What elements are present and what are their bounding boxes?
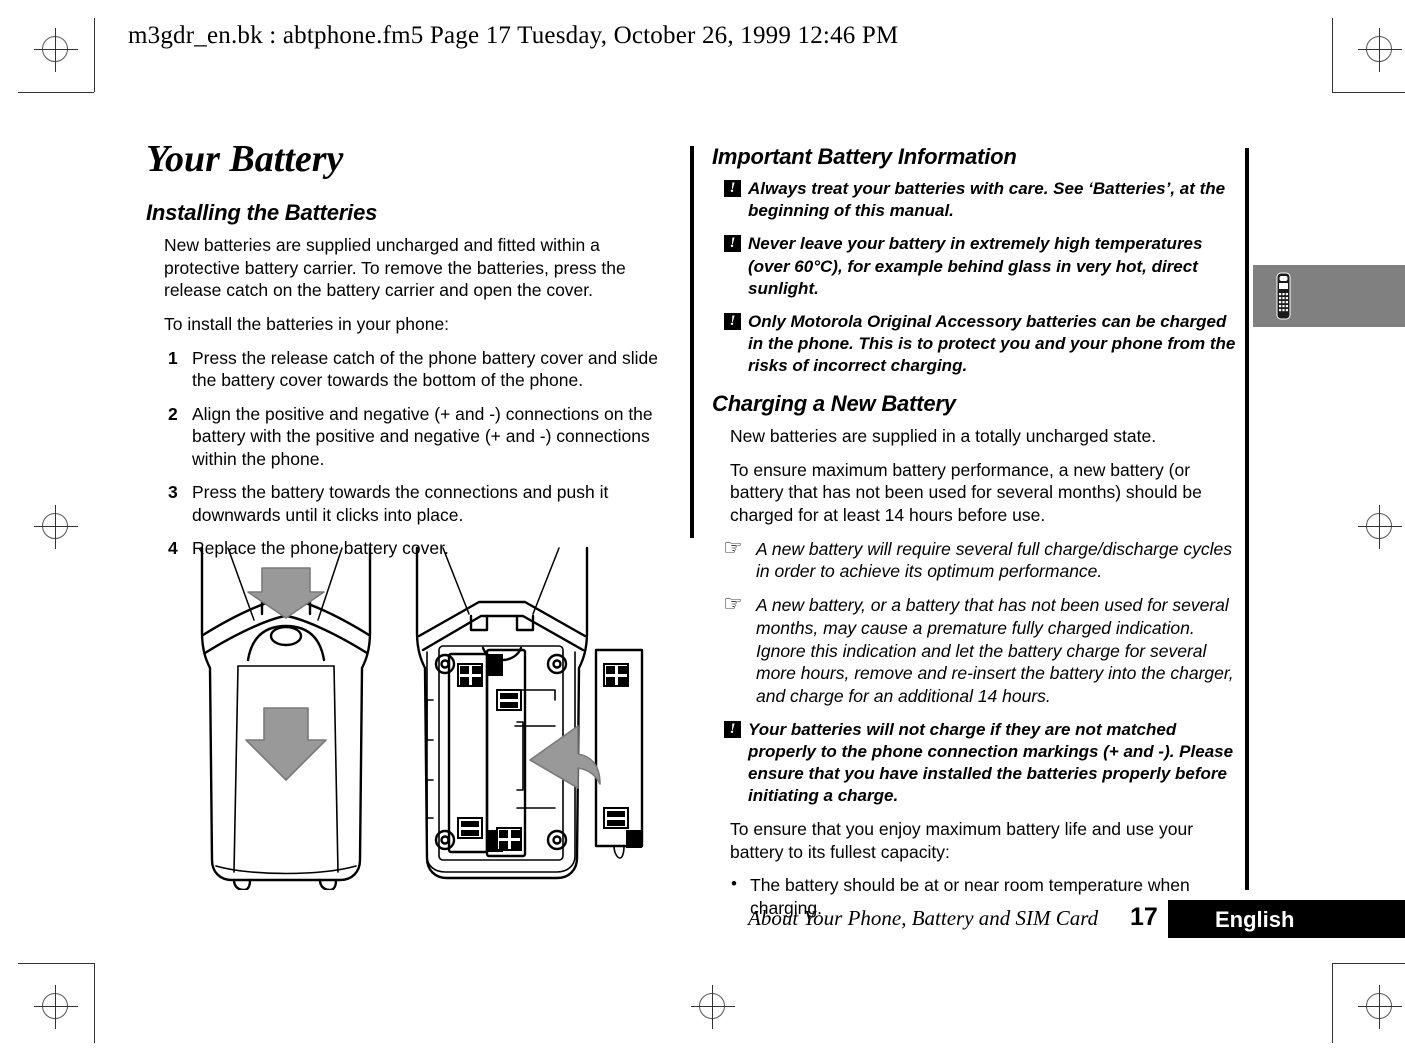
- step-item: 2 Align the positive and negative (+ and…: [146, 403, 676, 471]
- warning-text: Always treat your batteries with care. S…: [748, 179, 1226, 221]
- step-number: 2: [168, 403, 178, 424]
- lead-in-paragraph: To install the batteries in your phone:: [164, 313, 450, 334]
- charging-paragraph-3: To ensure that you enjoy maximum battery…: [730, 819, 1194, 862]
- chapter-title: Your Battery: [146, 138, 344, 180]
- step-text: Press the release catch of the phone bat…: [192, 347, 658, 391]
- step-item: 3 Press the battery towards the connecti…: [146, 481, 676, 526]
- note-text: A new battery, or a battery that has not…: [756, 595, 1234, 707]
- warning-item: ! Never leave your battery in extremely …: [712, 233, 1242, 299]
- warning-item: ! Only Motorola Original Accessory batte…: [712, 311, 1242, 377]
- column-divider-right: [1245, 148, 1249, 890]
- right-column: Important Battery Information ! Always t…: [712, 144, 1242, 930]
- step-number: 3: [168, 482, 178, 503]
- note-item: ☞ A new battery, or a battery that has n…: [712, 591, 1242, 708]
- page-content: Your Battery Installing the Batteries Ne…: [0, 0, 1405, 1062]
- warning-text: Your batteries will not charge if they a…: [748, 719, 1234, 806]
- warning-icon: !: [724, 235, 741, 253]
- charging-paragraph-1: New batteries are supplied in a totally …: [730, 426, 1157, 447]
- step-number: 1: [168, 347, 178, 368]
- section-heading-installing: Installing the Batteries: [146, 200, 378, 225]
- running-footer-title: About Your Phone, Battery and SIM Card: [748, 906, 1099, 930]
- note-item: ☞ A new battery will require several ful…: [712, 534, 1242, 584]
- column-divider-left: [690, 146, 694, 538]
- pointing-hand-icon: ☞: [723, 591, 743, 617]
- language-tab-label: English: [1215, 907, 1295, 932]
- section-heading-charging-a-new-battery: Charging a New Battery: [712, 391, 956, 417]
- bullet-marker: •: [731, 874, 737, 894]
- page-number: 17: [1130, 903, 1158, 931]
- warning-item-final: ! Your batteries will not charge if they…: [712, 719, 1242, 807]
- battery-installation-diagram: [190, 540, 670, 892]
- note-text: A new battery will require several full …: [756, 538, 1232, 582]
- warning-item: ! Always treat your batteries with care.…: [712, 178, 1242, 222]
- charging-paragraph-2: To ensure maximum battery performance, a…: [730, 459, 1202, 526]
- warning-text: Never leave your battery in extremely hi…: [748, 234, 1203, 298]
- language-tab: English: [1168, 900, 1405, 938]
- warning-icon: !: [724, 720, 741, 738]
- chapter-thumb-tab: [1253, 265, 1405, 327]
- step-text: Press the battery towards the connection…: [192, 482, 609, 525]
- pointing-hand-icon: ☞: [723, 534, 743, 560]
- section-heading-important-battery-information: Important Battery Information: [712, 144, 1017, 169]
- warning-text: Only Motorola Original Accessory batteri…: [748, 311, 1236, 375]
- warning-icon: !: [724, 180, 741, 198]
- left-column: Your Battery Installing the Batteries Ne…: [146, 140, 676, 571]
- intro-paragraph: New batteries are supplied uncharged and…: [164, 235, 626, 301]
- step-number: 4: [168, 538, 178, 559]
- step-item: 1 Press the release catch of the phone b…: [146, 347, 676, 392]
- step-text: Align the positive and negative (+ and -…: [192, 403, 653, 469]
- warning-icon: !: [724, 312, 741, 330]
- mobile-phone-icon: [1276, 272, 1291, 320]
